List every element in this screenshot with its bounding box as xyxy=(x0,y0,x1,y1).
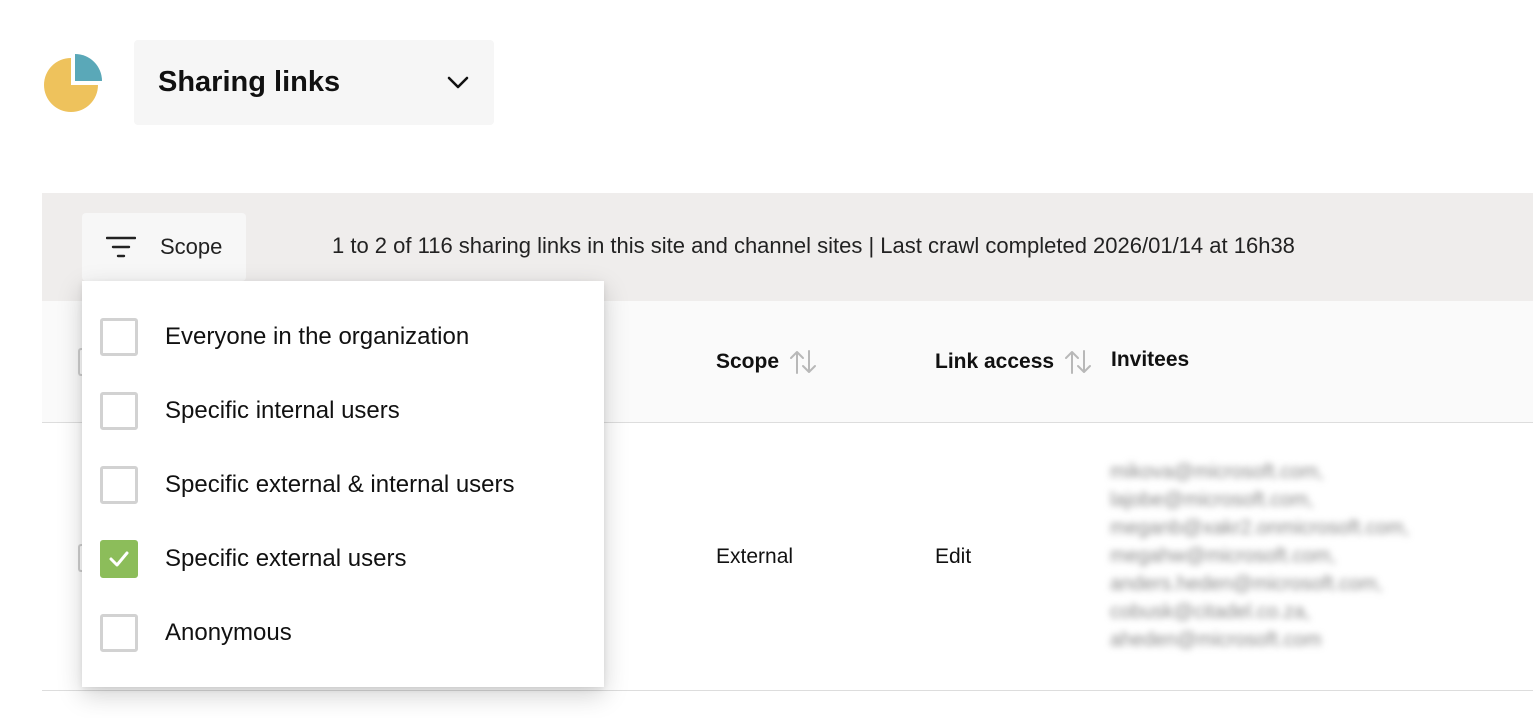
invitee-email: megahw@microsoft.com, xyxy=(1110,545,1336,567)
column-label: Invitees xyxy=(1111,348,1190,371)
column-header-invitees: Invitees xyxy=(1111,348,1189,372)
scope-option-everyone[interactable]: Everyone in the organization xyxy=(100,317,469,357)
option-label: Specific external & internal users xyxy=(165,471,515,498)
column-label: Link access xyxy=(935,350,1055,373)
invitee-email: cobusk@citadel.co.za, xyxy=(1110,601,1311,623)
check-icon xyxy=(109,551,129,567)
sort-icon[interactable] xyxy=(1062,348,1094,376)
page-title: Sharing links xyxy=(158,66,341,98)
invitee-email: lajobe@microsoft.com, xyxy=(1110,489,1314,511)
cell-scope: External xyxy=(716,545,794,568)
scope-option-specific-external-internal[interactable]: Specific external & internal users xyxy=(100,465,515,505)
scope-filter-button[interactable]: Scope xyxy=(82,213,246,281)
checkbox[interactable] xyxy=(100,614,138,652)
invitee-email: mikova@microsoft.com, xyxy=(1110,461,1324,483)
invitee-email: anders.heden@microsoft.com, xyxy=(1110,573,1383,595)
filter-icon xyxy=(106,234,136,260)
scope-option-anonymous[interactable]: Anonymous xyxy=(100,613,292,653)
column-header-scope[interactable]: Scope xyxy=(716,348,819,376)
option-label: Anonymous xyxy=(165,619,292,646)
checkbox[interactable] xyxy=(100,392,138,430)
scope-option-specific-external[interactable]: Specific external users xyxy=(100,539,406,579)
chevron-down-icon xyxy=(446,71,470,95)
column-header-link-access[interactable]: Link access xyxy=(935,348,1094,376)
invitee-email: meganb@xakr2.onmicrosoft.com, xyxy=(1110,517,1410,539)
cell-invitees: mikova@microsoft.com, lajobe@microsoft.c… xyxy=(1110,458,1490,654)
row-divider xyxy=(42,690,1533,691)
checkbox-checked[interactable] xyxy=(100,540,138,578)
scope-filter-label: Scope xyxy=(160,234,223,259)
sort-icon[interactable] xyxy=(787,348,819,376)
results-summary: 1 to 2 of 116 sharing links in this site… xyxy=(332,233,1295,258)
scope-filter-menu: Everyone in the organization Specific in… xyxy=(82,281,604,687)
option-label: Specific internal users xyxy=(165,397,400,424)
column-label: Scope xyxy=(716,350,780,373)
pie-chart-icon xyxy=(44,54,102,112)
checkbox[interactable] xyxy=(100,318,138,356)
cell-link-access: Edit xyxy=(935,545,972,568)
checkbox[interactable] xyxy=(100,466,138,504)
invitee-email: aheden@microsoft.com xyxy=(1110,629,1322,651)
option-label: Specific external users xyxy=(165,545,407,572)
option-label: Everyone in the organization xyxy=(165,323,470,350)
scope-option-specific-internal[interactable]: Specific internal users xyxy=(100,391,400,431)
view-selector-dropdown[interactable]: Sharing links xyxy=(134,40,494,125)
